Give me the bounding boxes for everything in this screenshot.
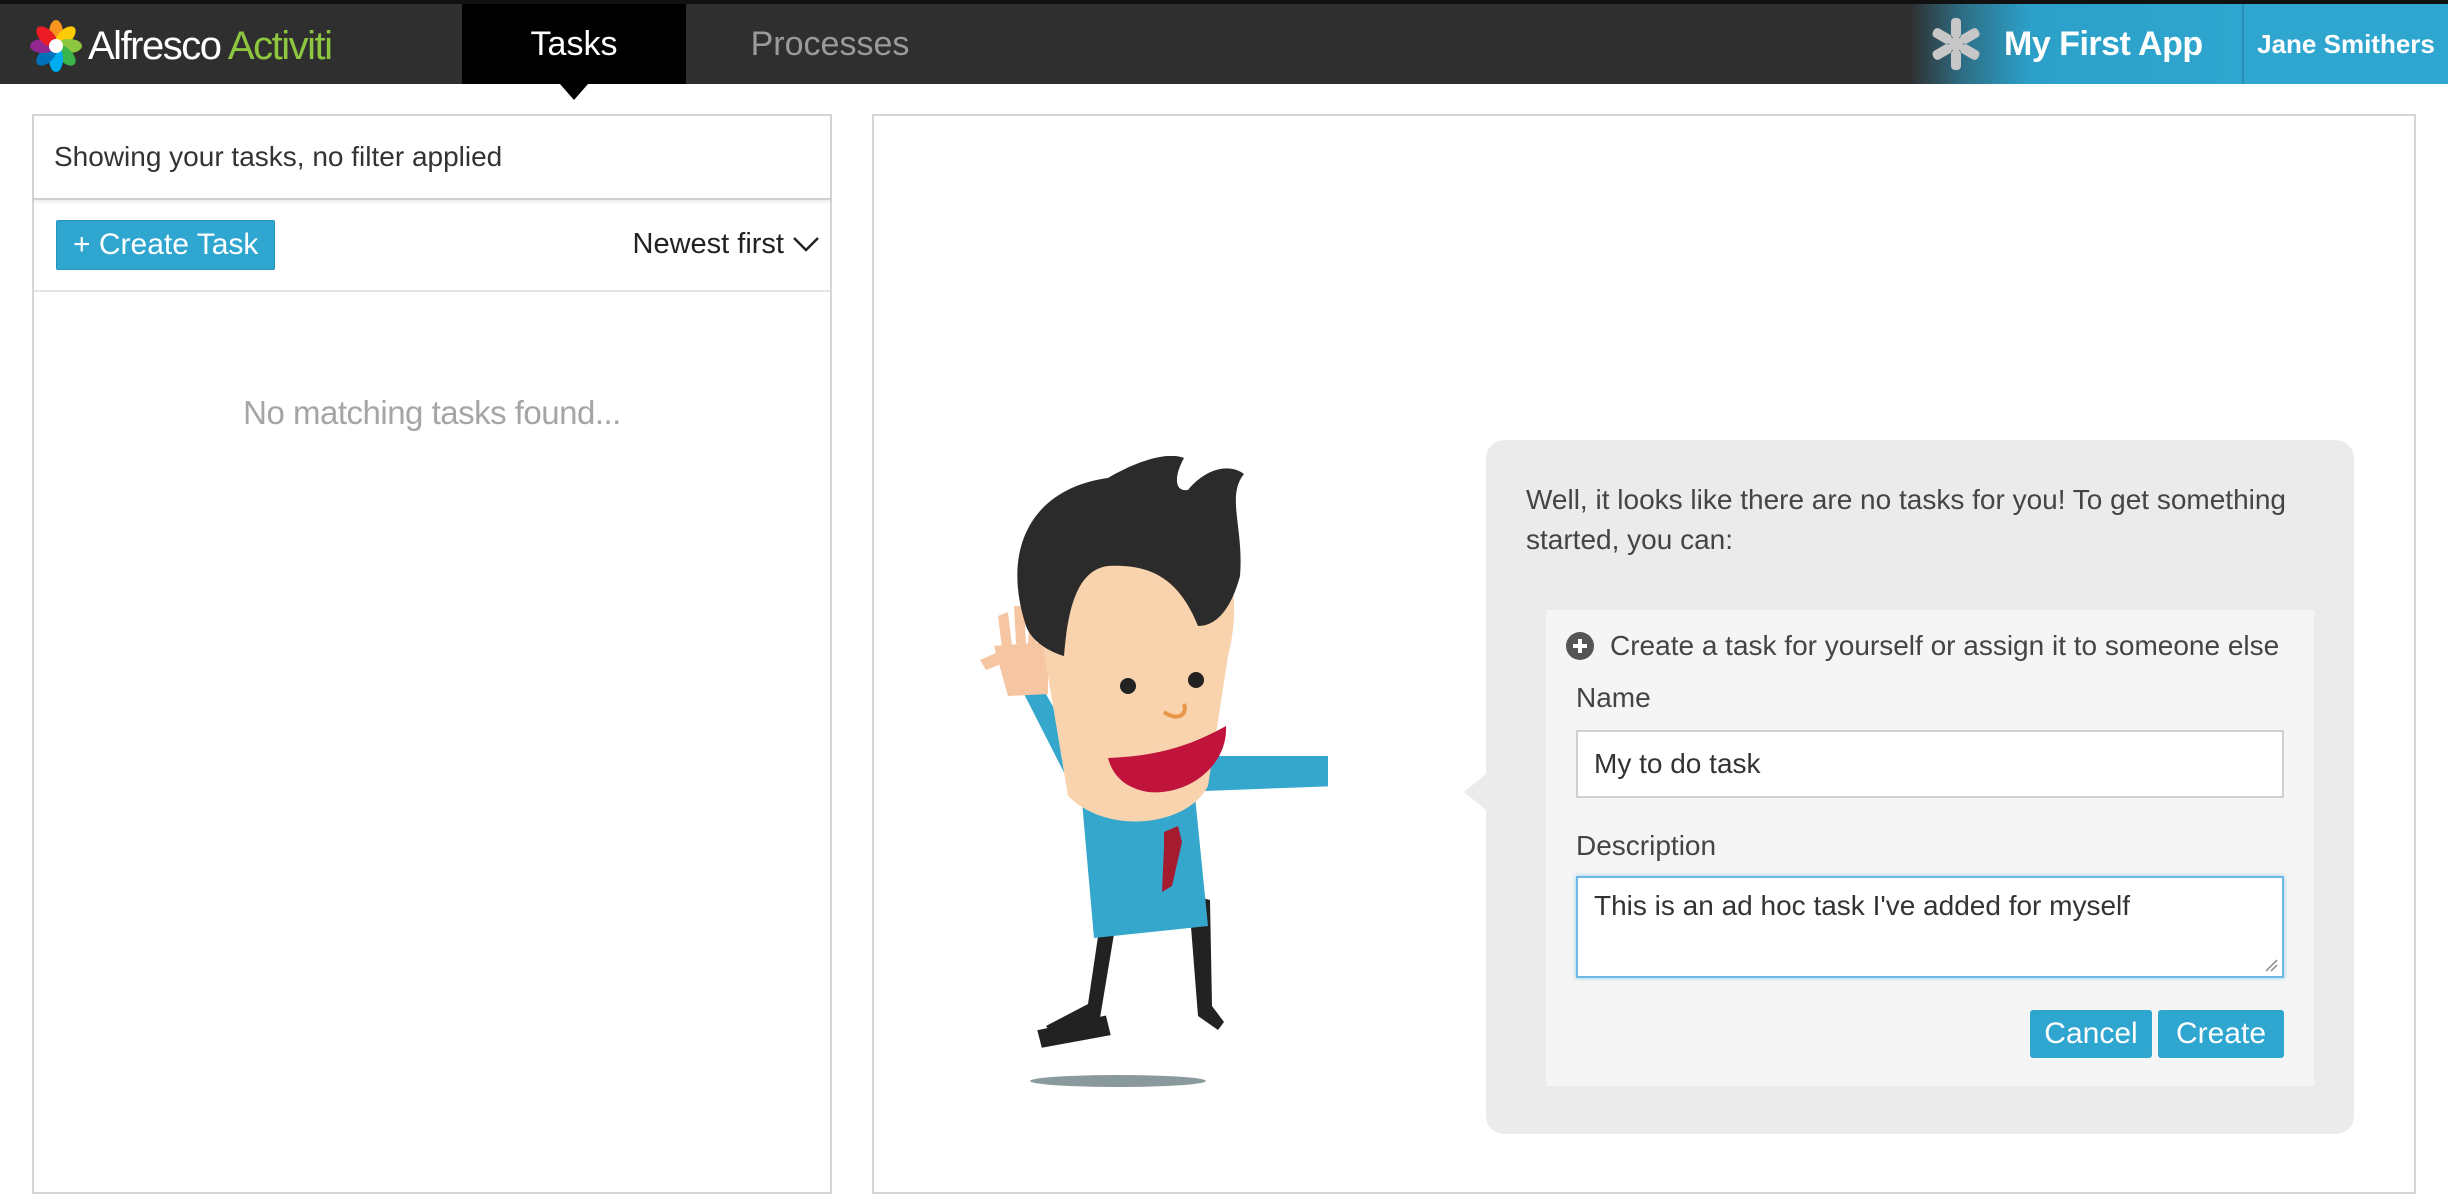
- pointing-man-illustration: [980, 456, 1328, 1087]
- no-tasks-help-bubble: Well, it looks like there are no tasks f…: [1464, 440, 2354, 1134]
- create-task-button[interactable]: + Create Task: [56, 220, 276, 270]
- task-description-text: This is an ad hoc task I've added for my…: [1594, 890, 2131, 921]
- create-task-heading-text: Create a task for yourself or assign it …: [1610, 630, 2280, 661]
- resize-handle-icon[interactable]: [2264, 958, 2278, 972]
- user-name: Jane Smithers: [2257, 28, 2435, 59]
- chevron-down-icon: [793, 237, 819, 252]
- description-label: Description: [1576, 830, 1717, 861]
- logo-text: Alfresco Activiti: [88, 23, 333, 69]
- tab-processes-label: Processes: [750, 24, 910, 63]
- logo-text-activiti: Activiti: [227, 23, 333, 68]
- task-description-textarea[interactable]: This is an ad hoc task I've added for my…: [1576, 876, 2284, 978]
- tab-tasks-label: Tasks: [530, 24, 618, 63]
- name-label: Name: [1576, 682, 1651, 713]
- tab-tasks[interactable]: Tasks: [462, 4, 686, 100]
- tab-processes[interactable]: Processes: [686, 4, 974, 84]
- sort-label: Newest first: [632, 227, 784, 260]
- current-app-selector[interactable]: My First App: [1910, 4, 2242, 84]
- task-list-toolbar: + Create Task Newest first: [34, 200, 830, 292]
- alfresco-logo-icon: [30, 20, 82, 72]
- filter-summary-text: Showing your tasks, no filter applied: [54, 141, 503, 172]
- app-asterisk-icon: [1932, 18, 1980, 70]
- current-app-name: My First App: [2004, 24, 2203, 63]
- sort-dropdown[interactable]: Newest first: [633, 220, 820, 268]
- create-task-heading: Create a task for yourself or assign it …: [1566, 630, 2279, 662]
- task-list-panel: Showing your tasks, no filter applied + …: [32, 114, 832, 1194]
- cancel-button[interactable]: Cancel: [2030, 1010, 2152, 1058]
- user-menu[interactable]: Jane Smithers: [2242, 4, 2448, 84]
- top-navigation-bar: Alfresco Activiti Tasks Processes My Fir…: [0, 0, 2448, 100]
- filter-summary[interactable]: Showing your tasks, no filter applied: [34, 116, 830, 200]
- empty-task-list-message: No matching tasks found...: [243, 394, 621, 431]
- bubble-pointer: [1464, 774, 1486, 810]
- task-name-input[interactable]: My to do task: [1576, 730, 2284, 798]
- no-tasks-intro-text: Well, it looks like there are no tasks f…: [1526, 484, 2287, 555]
- logo-text-alfresco: Alfresco: [88, 23, 222, 68]
- create-task-form: Create a task for yourself or assign it …: [1546, 610, 2314, 1086]
- create-button[interactable]: Create: [2158, 1010, 2284, 1058]
- app-logo[interactable]: Alfresco Activiti: [30, 18, 333, 74]
- task-detail-panel: Well, it looks like there are no tasks f…: [872, 114, 2416, 1194]
- active-tab-caret: [560, 84, 588, 100]
- plus-circle-icon: [1566, 632, 1594, 660]
